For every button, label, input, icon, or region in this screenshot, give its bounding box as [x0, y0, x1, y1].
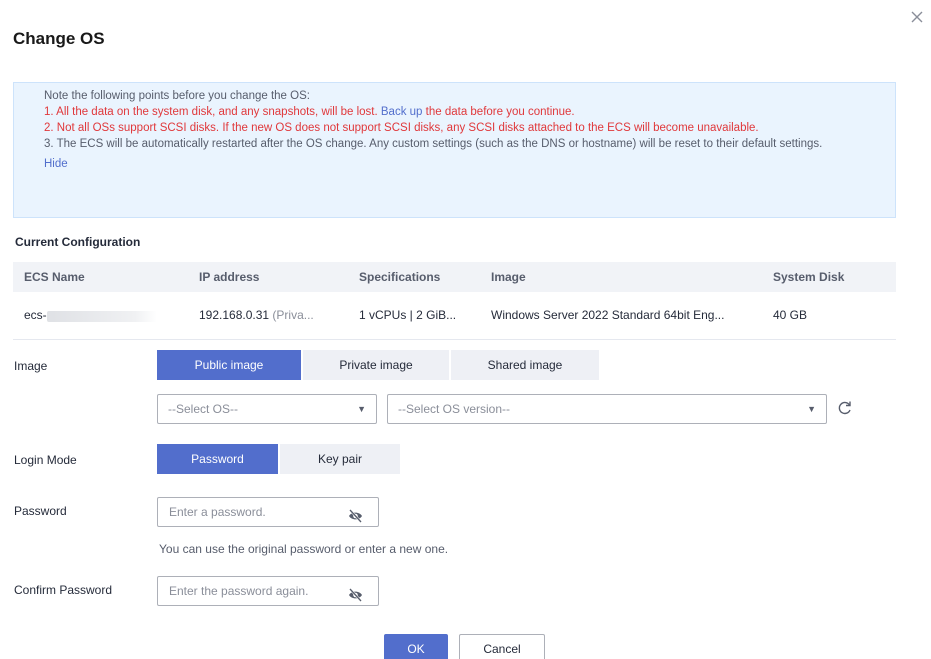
- col-image: Image: [480, 262, 762, 292]
- password-label: Password: [14, 504, 67, 518]
- image-type-tabs: Public image Private image Shared image: [157, 350, 601, 380]
- close-icon[interactable]: [910, 10, 926, 26]
- eye-slash-icon[interactable]: [348, 505, 363, 523]
- confirm-password-input[interactable]: Enter the password again.: [157, 576, 379, 606]
- col-specifications: Specifications: [348, 262, 480, 292]
- notice-item-3: 3. The ECS will be automatically restart…: [44, 138, 823, 150]
- cancel-button[interactable]: Cancel: [459, 634, 545, 659]
- eye-slash-icon[interactable]: [348, 584, 363, 602]
- os-select[interactable]: --Select OS-- ▼: [157, 394, 377, 424]
- image-label: Image: [14, 359, 48, 373]
- current-config-table: ECS Name IP address Specifications Image…: [13, 262, 896, 340]
- cell-specifications: 1 vCPUs | 2 GiB...: [348, 292, 480, 340]
- chevron-down-icon: ▼: [807, 404, 816, 414]
- notice-item-1-warning: 1. All the data on the system disk, and …: [44, 106, 378, 118]
- password-input[interactable]: Enter a password.: [157, 497, 379, 527]
- os-select-placeholder: --Select OS--: [168, 402, 239, 416]
- refresh-icon[interactable]: [836, 399, 854, 417]
- login-mode-tabs: Password Key pair: [157, 444, 402, 474]
- os-version-select-placeholder: --Select OS version--: [398, 402, 511, 416]
- notice-box: Note the following points before you cha…: [13, 82, 896, 218]
- notice-intro: Note the following points before you cha…: [44, 90, 310, 102]
- ip-type: (Priva...: [272, 308, 314, 323]
- login-mode-label: Login Mode: [14, 453, 77, 467]
- current-config-title: Current Configuration: [15, 235, 141, 249]
- tab-public-image[interactable]: Public image: [157, 350, 301, 380]
- cell-ecs-name: ecs-: [13, 292, 188, 340]
- cell-ip-address: 192.168.0.31 (Priva...: [188, 292, 348, 340]
- backup-link[interactable]: Back up: [381, 106, 423, 118]
- notice-item-1: 1. All the data on the system disk, and …: [44, 104, 895, 120]
- hide-link[interactable]: Hide: [44, 156, 68, 172]
- tab-password[interactable]: Password: [157, 444, 278, 474]
- password-hint: You can use the original password or ent…: [159, 542, 449, 556]
- col-system-disk: System Disk: [762, 262, 896, 292]
- cell-image: Windows Server 2022 Standard 64bit Eng..…: [480, 292, 762, 340]
- ok-button[interactable]: OK: [384, 634, 448, 659]
- os-version-select[interactable]: --Select OS version-- ▼: [387, 394, 827, 424]
- password-placeholder: Enter a password.: [169, 505, 266, 519]
- col-ip-address: IP address: [188, 262, 348, 292]
- table-row: ecs- 192.168.0.31 (Priva... 1 vCPUs | 2 …: [13, 292, 896, 340]
- tab-private-image[interactable]: Private image: [303, 350, 449, 380]
- notice-item-2: 2. Not all OSs support SCSI disks. If th…: [44, 122, 759, 134]
- col-ecs-name: ECS Name: [13, 262, 188, 292]
- cell-system-disk: 40 GB: [762, 292, 896, 340]
- confirm-password-label: Confirm Password: [14, 583, 113, 597]
- table-header-row: ECS Name IP address Specifications Image…: [13, 262, 896, 292]
- redacted-name: [46, 310, 157, 322]
- confirm-password-placeholder: Enter the password again.: [169, 584, 309, 598]
- chevron-down-icon: ▼: [357, 404, 366, 414]
- dialog-title: Change OS: [13, 29, 105, 48]
- tab-shared-image[interactable]: Shared image: [451, 350, 599, 380]
- notice-item-1-rest: the data before you continue.: [425, 106, 575, 118]
- tab-key-pair[interactable]: Key pair: [280, 444, 400, 474]
